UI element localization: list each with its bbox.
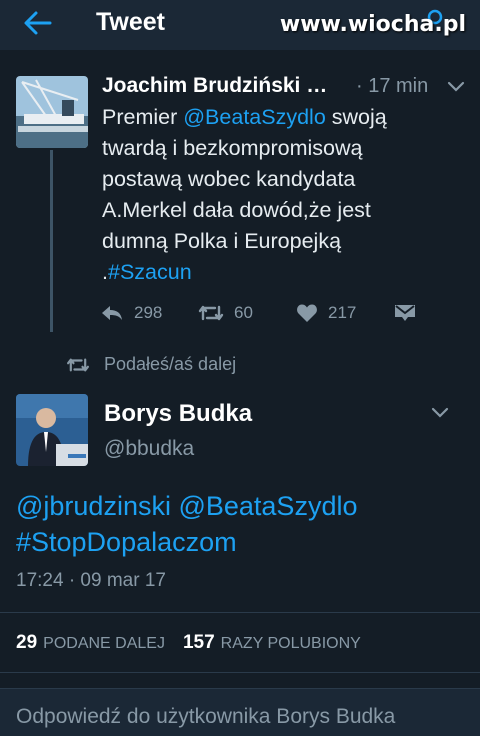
author-handle[interactable]: @bbudka [104,437,194,461]
divider [0,612,480,613]
divider [0,672,480,673]
mention-link[interactable]: @BeataSzydlo [183,105,326,129]
author-name[interactable]: Joachim Brudziński … [102,74,327,98]
retweet-note-label: Podałeś/aś dalej [104,354,237,374]
thread-line [50,150,53,332]
retweet-icon [67,358,89,371]
message-button[interactable] [394,300,426,326]
speaker-photo-icon [16,394,88,466]
likes-label[interactable]: RAZY POLUBIONY [221,635,361,653]
tweet-text-part: swoją twardą i bezkompromisową postawą w… [102,105,387,284]
retweets-label[interactable]: PODANE DALEJ [43,635,165,653]
reply-input[interactable]: Odpowiedź do użytkownika Borys Budka [16,705,395,729]
reply-icon [102,306,122,320]
avatar[interactable] [16,76,88,148]
top-bar: Tweet www.wiocha.pl [0,0,480,50]
retweets-count[interactable]: 29 [16,632,37,654]
avatar[interactable] [16,394,88,466]
mentions-link[interactable]: @jbrudzinski @BeataSzydlo [16,488,466,524]
heart-icon [297,304,317,322]
tweet-date: 17:24 · 09 mar 17 [16,570,166,591]
tweet-actions: 298 60 217 [100,300,430,326]
like-count: 217 [328,303,357,322]
hashtag-link[interactable]: #StopDopalaczom [16,524,466,560]
retweet-icon [198,305,224,321]
reply-bar[interactable]: Odpowiedź do użytkownika Borys Budka [0,688,480,736]
retweet-note: Podałeś/aś dalej [66,354,236,375]
reply-button[interactable]: 298 [100,300,162,326]
boat-photo-icon [16,76,88,148]
envelope-icon [395,305,415,321]
hashtag-link[interactable]: #Szacun [108,260,192,284]
chevron-down-icon[interactable] [446,80,466,94]
like-button[interactable]: 217 [296,300,356,326]
chevron-down-icon[interactable] [430,406,450,420]
reply-count: 298 [134,303,163,322]
tweet-text: @jbrudzinski @BeataSzydlo #StopDopalaczo… [16,488,466,560]
author-name[interactable]: Borys Budka [104,400,252,428]
likes-count[interactable]: 157 [183,632,215,654]
back-arrow-icon[interactable] [22,10,52,36]
tweet-stats: 29 PODANE DALEJ 157 RAZY POLUBIONY [16,632,379,654]
tweet-time: · 17 min [356,75,429,97]
tweet-text: Premier @BeataSzydlo swoją twardą i bezk… [102,102,432,288]
retweet-count: 60 [234,303,253,322]
page-title: Tweet [96,8,165,36]
tweet-text-part: Premier [102,105,184,129]
watermark: www.wiocha.pl [279,12,466,37]
retweet-button[interactable]: 60 [198,300,253,326]
